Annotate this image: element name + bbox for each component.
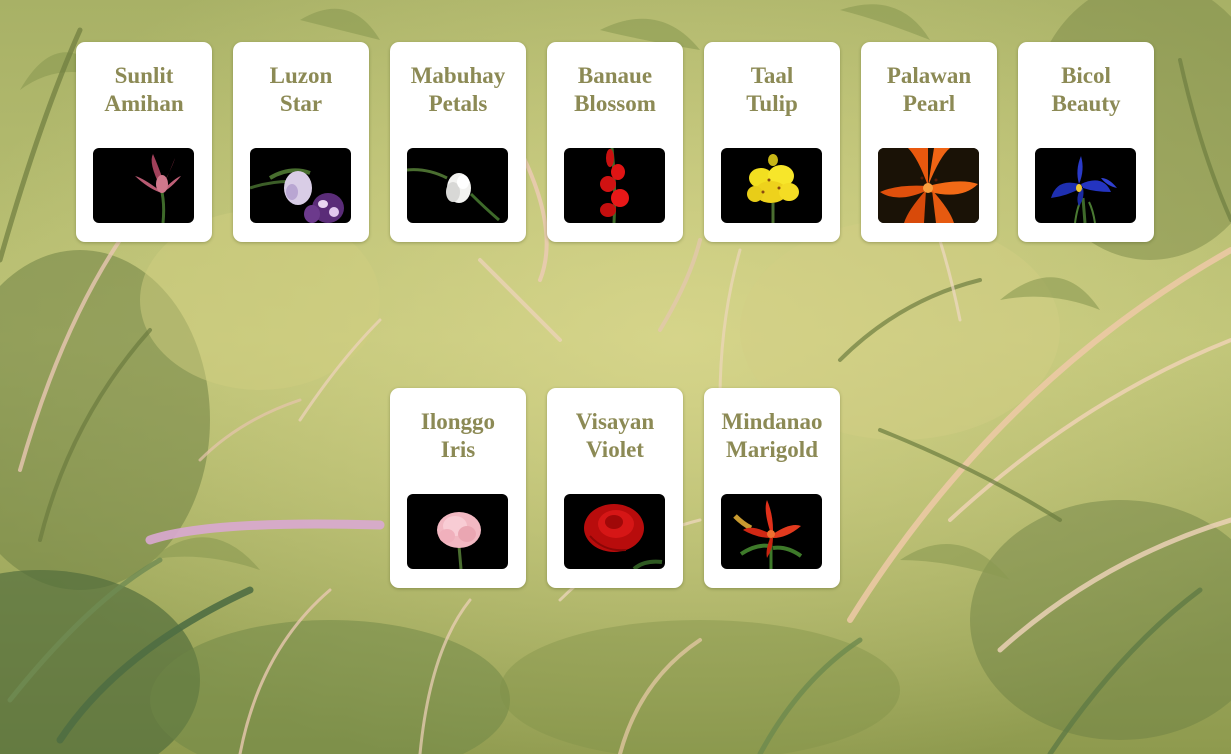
flower-card[interactable]: Luzon Star	[233, 42, 369, 242]
purple-orchid-icon	[250, 168, 344, 223]
card-title-line2: Blossom	[574, 91, 656, 116]
card-title: Sunlit Amihan	[76, 62, 212, 118]
flower-card[interactable]: Bicol Beauty	[1018, 42, 1154, 242]
card-title-line2: Tulip	[746, 91, 798, 116]
flower-thumbnail[interactable]	[564, 148, 665, 223]
card-title: Luzon Star	[233, 62, 369, 118]
red-gladiolus-icon	[600, 148, 629, 223]
flower-thumbnail[interactable]	[250, 148, 351, 223]
card-title-line1: Visayan	[575, 409, 655, 434]
flower-card[interactable]: Banaue Blossom	[547, 42, 683, 242]
card-title-line2: Marigold	[726, 437, 818, 462]
flower-thumbnail[interactable]	[1035, 148, 1136, 223]
flower-thumbnail[interactable]	[564, 494, 665, 569]
card-title-line2: Pearl	[902, 91, 956, 116]
card-title-line1: Banaue	[577, 63, 653, 88]
card-title-line1: Palawan	[886, 63, 972, 88]
flower-card[interactable]: Mindanao Marigold	[704, 388, 840, 588]
flower-card[interactable]: Taal Tulip	[704, 42, 840, 242]
blue-iris-icon	[1051, 156, 1117, 223]
card-title: Taal Tulip	[704, 62, 840, 118]
flower-thumbnail[interactable]	[407, 148, 508, 223]
flower-card[interactable]: Mabuhay Petals	[390, 42, 526, 242]
card-title-line1: Luzon	[269, 63, 333, 88]
card-title: Palawan Pearl	[861, 62, 997, 118]
flower-thumbnail[interactable]	[878, 148, 979, 223]
card-title: Ilonggo Iris	[390, 408, 526, 464]
flower-card[interactable]: Palawan Pearl	[861, 42, 997, 242]
card-title: Banaue Blossom	[547, 62, 683, 118]
card-title: Mindanao Marigold	[704, 408, 840, 464]
card-title-line2: Violet	[586, 437, 644, 462]
flower-card[interactable]: Visayan Violet	[547, 388, 683, 588]
card-title-line1: Taal	[750, 63, 794, 88]
card-title: Visayan Violet	[547, 408, 683, 464]
flower-thumbnail[interactable]	[407, 494, 508, 569]
card-title-line2: Iris	[440, 437, 476, 462]
card-title-line1: Bicol	[1061, 63, 1111, 88]
flower-card[interactable]: Ilonggo Iris	[390, 388, 526, 588]
flower-thumbnail[interactable]	[93, 148, 194, 223]
card-title-line1: Mindanao	[721, 409, 823, 434]
flower-thumbnail[interactable]	[721, 148, 822, 223]
flower-thumbnail[interactable]	[721, 494, 822, 569]
card-title-line2: Star	[279, 91, 323, 116]
card-title-line2: Amihan	[104, 91, 184, 116]
flower-card[interactable]: Sunlit Amihan	[76, 42, 212, 242]
card-title-line2: Petals	[428, 91, 488, 116]
white-orchid-icon	[407, 168, 500, 222]
red-lily-icon	[733, 500, 803, 569]
card-title-line1: Mabuhay	[410, 63, 506, 88]
orange-lily-icon	[878, 148, 979, 223]
card-title: Mabuhay Petals	[390, 62, 526, 118]
pink-carnation-icon	[437, 512, 481, 569]
pink-lily-icon	[135, 154, 181, 223]
card-title-line1: Ilonggo	[420, 409, 496, 434]
red-rose-icon	[584, 504, 663, 569]
yellow-lily-icon	[747, 154, 799, 223]
card-title: Bicol Beauty	[1018, 62, 1154, 118]
card-title-line2: Beauty	[1051, 91, 1121, 116]
card-title-line1: Sunlit	[114, 63, 174, 88]
